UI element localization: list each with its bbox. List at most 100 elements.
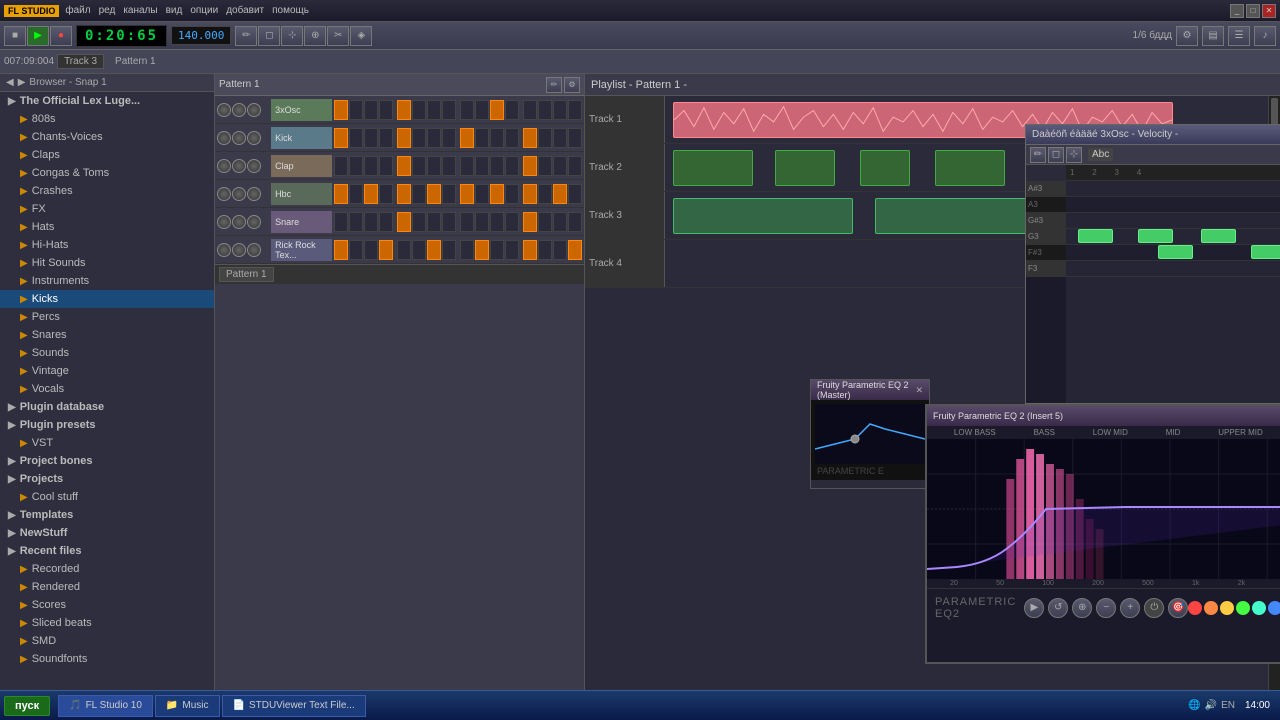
beat-pad-2-4[interactable]: [397, 156, 411, 176]
beat-pad-2-3[interactable]: [379, 156, 393, 176]
beat-pad-1-14[interactable]: [553, 128, 567, 148]
beat-pad-4-7[interactable]: [442, 212, 456, 232]
menu-help[interactable]: помощь: [272, 5, 309, 16]
beat-name-1[interactable]: Kick: [271, 127, 332, 149]
track-2-clip-d[interactable]: [935, 150, 1005, 186]
beat-pad-2-10[interactable]: [490, 156, 504, 176]
track-2-clip-c[interactable]: [860, 150, 910, 186]
beat-pad-4-6[interactable]: [427, 212, 441, 232]
browser-nav-forward[interactable]: ▶: [18, 77, 26, 88]
beat-pad-5-0[interactable]: [334, 240, 348, 260]
beat-pad-4-0[interactable]: [334, 212, 348, 232]
eq-insert-header[interactable]: Fruity Parametric EQ 2 (Insert 5) ✕: [927, 406, 1280, 426]
pr-tool-1[interactable]: ✏: [1030, 147, 1046, 163]
pr-tool-2[interactable]: ◻: [1048, 147, 1064, 163]
beat-pad-5-12[interactable]: [523, 240, 537, 260]
cut-tool[interactable]: ✂: [327, 26, 349, 46]
pr-tool-3[interactable]: ⊹: [1066, 147, 1082, 163]
beat-knob-4-1[interactable]: [232, 215, 246, 229]
sidebar-item-rendered[interactable]: ▶ Rendered: [0, 578, 214, 596]
beat-knob-3-1[interactable]: [232, 187, 246, 201]
sidebar-item-snares[interactable]: ▶ Snares: [0, 326, 214, 344]
menu-view[interactable]: вид: [166, 5, 183, 16]
eq-zoom-button[interactable]: ⊕: [1072, 598, 1092, 618]
beat-pad-4-11[interactable]: [505, 212, 519, 232]
beat-pad-5-6[interactable]: [427, 240, 441, 260]
pr-note-1[interactable]: [1078, 229, 1113, 243]
pr-note-4[interactable]: [1158, 245, 1193, 259]
beat-pad-0-3[interactable]: [379, 100, 393, 120]
beat-pad-0-6[interactable]: [427, 100, 441, 120]
sidebar-item-soundfonts[interactable]: ▶ Soundfonts: [0, 650, 214, 668]
beat-knob-2-0[interactable]: [217, 159, 231, 173]
key-fs3[interactable]: F#3: [1026, 245, 1066, 261]
sidebar-item-808s[interactable]: ▶ 808s: [0, 110, 214, 128]
beat-knob-0-0[interactable]: [217, 103, 231, 117]
beat-pad-1-8[interactable]: [460, 128, 474, 148]
eq-mouse-button[interactable]: 🎯: [1168, 598, 1188, 618]
beat-pad-5-10[interactable]: [490, 240, 504, 260]
beat-pad-2-0[interactable]: [334, 156, 348, 176]
beat-pad-5-15[interactable]: [568, 240, 582, 260]
menu-edit[interactable]: ред: [99, 5, 116, 16]
track-2-clip-a[interactable]: [673, 150, 753, 186]
beat-pad-3-4[interactable]: [397, 184, 411, 204]
sidebar-item-vocals[interactable]: ▶ Vocals: [0, 380, 214, 398]
beat-pad-3-14[interactable]: [553, 184, 567, 204]
beat-settings-button[interactable]: ⚙: [564, 77, 580, 93]
beat-pad-1-0[interactable]: [334, 128, 348, 148]
browser-nav-back[interactable]: ◀: [6, 77, 14, 88]
eq-band-dot-1[interactable]: [1204, 601, 1218, 615]
beat-pad-5-14[interactable]: [553, 240, 567, 260]
beat-knob-5-0[interactable]: [217, 243, 231, 257]
minimize-button[interactable]: _: [1230, 4, 1244, 18]
sidebar-item-templates[interactable]: ▶ Templates: [0, 506, 214, 524]
beat-pad-1-7[interactable]: [442, 128, 456, 148]
beat-pad-3-5[interactable]: [412, 184, 426, 204]
eq-master-close[interactable]: ✕: [915, 385, 923, 396]
sidebar-item-fx[interactable]: ▶ FX: [0, 200, 214, 218]
eq-display[interactable]: +2: [927, 439, 1280, 579]
beat-pad-1-5[interactable]: [412, 128, 426, 148]
taskbar-app-music[interactable]: 📁 Music: [155, 695, 220, 717]
menu-add[interactable]: добавит: [226, 5, 264, 16]
beat-pad-2-1[interactable]: [349, 156, 363, 176]
beat-pad-1-11[interactable]: [505, 128, 519, 148]
beat-pad-3-7[interactable]: [442, 184, 456, 204]
track-2-clip-b[interactable]: [775, 150, 835, 186]
beat-pad-5-4[interactable]: [397, 240, 411, 260]
beat-pad-4-8[interactable]: [460, 212, 474, 232]
beat-pad-3-13[interactable]: [538, 184, 552, 204]
beat-pad-4-15[interactable]: [568, 212, 582, 232]
beat-pad-3-12[interactable]: [523, 184, 537, 204]
beat-knob-3-2[interactable]: [247, 187, 261, 201]
beat-pad-3-9[interactable]: [475, 184, 489, 204]
sidebar-item-project_bones[interactable]: ▶ Project bones: [0, 452, 214, 470]
sidebar-item-instruments[interactable]: ▶ Instruments: [0, 272, 214, 290]
beat-pad-0-5[interactable]: [412, 100, 426, 120]
beat-pad-1-13[interactable]: [538, 128, 552, 148]
sidebar-item-hi_hats[interactable]: ▶ Hi-Hats: [0, 236, 214, 254]
stop-button[interactable]: ■: [4, 26, 26, 46]
beat-pad-2-2[interactable]: [364, 156, 378, 176]
beat-pad-0-0[interactable]: [334, 100, 348, 120]
beat-pad-4-9[interactable]: [475, 212, 489, 232]
beat-pad-5-8[interactable]: [460, 240, 474, 260]
sidebar-item-plugin_database[interactable]: ▶ Plugin database: [0, 398, 214, 416]
beat-pad-0-10[interactable]: [490, 100, 504, 120]
beat-pad-0-2[interactable]: [364, 100, 378, 120]
sidebar-item-chants_voices[interactable]: ▶ Chants-Voices: [0, 128, 214, 146]
beat-name-0[interactable]: 3xOsc: [271, 99, 332, 121]
piano-roll-header[interactable]: Daàéöñ éàääé 3xOsc - Velocity - ✕: [1026, 125, 1280, 145]
sidebar-item-newstuff[interactable]: ▶ NewStuff: [0, 524, 214, 542]
sidebar-item-plugin_presets[interactable]: ▶ Plugin presets: [0, 416, 214, 434]
eq-plus-button[interactable]: +: [1120, 598, 1140, 618]
beat-pad-3-10[interactable]: [490, 184, 504, 204]
sidebar-item-scores[interactable]: ▶ Scores: [0, 596, 214, 614]
mixer-button[interactable]: ▤: [1202, 26, 1224, 46]
maximize-button[interactable]: □: [1246, 4, 1260, 18]
beat-pad-3-11[interactable]: [505, 184, 519, 204]
sidebar-item-hats[interactable]: ▶ Hats: [0, 218, 214, 236]
eq-band-dot-4[interactable]: [1252, 601, 1266, 615]
eq-band-dot-2[interactable]: [1220, 601, 1234, 615]
